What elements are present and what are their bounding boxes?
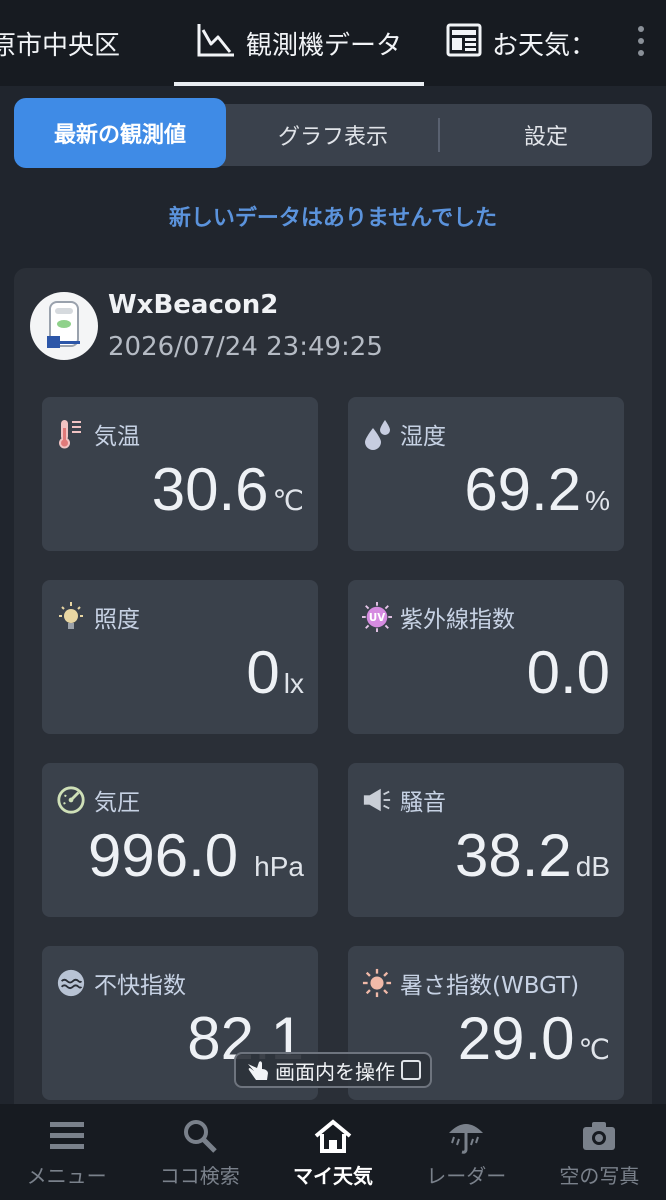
nav-sky-photos[interactable]: 空の写真 — [533, 1104, 666, 1200]
nav-label: ココ検索 — [159, 1163, 240, 1188]
line-chart-icon — [196, 22, 236, 65]
checkbox-icon — [401, 1060, 421, 1080]
nav-label: メニュー — [26, 1163, 107, 1188]
tile-value-group: 30.6 ℃ — [152, 455, 304, 524]
tile-label: 気温 — [94, 424, 140, 450]
tile-temperature[interactable]: 気温 30.6 ℃ — [42, 397, 318, 551]
tile-value-group: 69.2 % — [464, 455, 610, 524]
tile-noise-label-row: 騒音 — [362, 783, 446, 817]
tile-unit: % — [585, 485, 610, 516]
camera-icon — [581, 1116, 617, 1156]
uv-icon-text: UV — [369, 612, 385, 624]
tile-value-group: 996.0 hPa — [88, 821, 304, 890]
more-menu-icon[interactable] — [636, 26, 646, 56]
tile-unit: ℃ — [578, 1034, 610, 1065]
tab-weather-label: お天気： — [492, 30, 594, 61]
megaphone-icon — [362, 784, 392, 816]
device-name: WxBeacon2 — [108, 290, 279, 320]
hand-pointer-icon — [245, 1058, 271, 1082]
sun-icon — [362, 967, 392, 999]
home-icon — [313, 1116, 353, 1156]
tile-unit: dB — [575, 851, 610, 882]
gauge-icon — [56, 784, 86, 816]
tile-temperature-label-row: 気温 — [56, 417, 140, 451]
device-avatar — [30, 292, 98, 360]
tile-label: 湿度 — [400, 424, 446, 450]
segment-settings[interactable]: 設定 — [440, 104, 652, 166]
tile-value-group: 29.0 ℃ — [458, 1004, 610, 1073]
tile-humidity[interactable]: 湿度 69.2 % — [348, 397, 624, 551]
tile-uv-label-row: UV 紫外線指数 — [362, 600, 515, 634]
tile-value: 69.2 — [464, 456, 582, 523]
tile-value: 0 — [246, 639, 280, 706]
device-card: WxBeacon2 2026/07/24 23:49:25 気温 30.6 ℃ — [14, 268, 652, 1148]
tile-label: 気圧 — [94, 790, 140, 816]
tile-pressure[interactable]: 気圧 996.0 hPa — [42, 763, 318, 917]
tab-observation-data[interactable]: 観測機データ — [174, 0, 424, 86]
tile-label: 不快指数 — [94, 973, 186, 999]
tile-value-group: 0 lx — [246, 638, 304, 707]
tile-label: 紫外線指数 — [400, 607, 515, 633]
nav-search[interactable]: ココ検索 — [133, 1104, 266, 1200]
nav-label: 空の写真 — [559, 1163, 640, 1188]
nav-menu[interactable]: メニュー — [0, 1104, 133, 1200]
tile-pressure-label-row: 気圧 — [56, 783, 140, 817]
droplets-icon — [362, 418, 392, 450]
tile-unit: hPa — [254, 851, 304, 882]
thermometer-icon — [56, 418, 86, 450]
view-segmented-control: 最新の観測値 グラフ表示 設定 — [14, 98, 652, 168]
tile-label: 騒音 — [400, 790, 446, 816]
lightbulb-icon — [56, 601, 86, 633]
tab-area-label: 原市中央区 — [0, 30, 121, 61]
tile-value-group: 38.2 dB — [455, 821, 610, 890]
tile-unit: ℃ — [272, 485, 304, 516]
discomfort-icon — [56, 967, 86, 999]
tile-value: 30.6 — [151, 456, 269, 523]
tile-noise[interactable]: 騒音 38.2 dB — [348, 763, 624, 917]
segment-latest[interactable]: 最新の観測値 — [14, 98, 226, 168]
newspaper-icon — [446, 23, 482, 64]
top-tab-bar: 原市中央区 観測機データ お天気： — [0, 0, 666, 86]
tile-uv-index[interactable]: UV 紫外線指数 0.0 — [348, 580, 624, 734]
menu-icon — [48, 1116, 86, 1156]
tile-value-group: 0.0 — [527, 638, 610, 707]
nav-label: レーダー — [426, 1163, 507, 1188]
segment-graph[interactable]: グラフ表示 — [226, 104, 440, 166]
tile-unit: lx — [283, 668, 304, 699]
tab-area[interactable]: 原市中央区 — [0, 0, 174, 86]
tile-wbgt-label-row: 暑さ指数(WBGT) — [362, 966, 579, 1000]
tile-illuminance-label-row: 照度 — [56, 600, 140, 634]
screen-control-chip[interactable]: 画面内を操作 — [234, 1052, 432, 1088]
tile-humidity-label-row: 湿度 — [362, 417, 446, 451]
search-icon — [182, 1116, 218, 1156]
tile-label: 照度 — [94, 607, 140, 633]
status-notice: 新しいデータはありませんでした — [168, 206, 498, 231]
tile-illuminance[interactable]: 照度 0 lx — [42, 580, 318, 734]
device-timestamp: 2026/07/24 23:49:25 — [108, 332, 383, 362]
uv-icon: UV — [362, 601, 392, 633]
nav-my-weather[interactable]: マイ天気 — [266, 1104, 399, 1200]
tile-value: 38.2 — [454, 822, 572, 889]
tile-value: 29.0 — [457, 1005, 575, 1072]
chip-label: 画面内を操作 — [275, 1059, 395, 1084]
tab-observation-label: 観測機データ — [245, 30, 402, 61]
tab-weather-news[interactable]: お天気： — [424, 0, 594, 86]
umbrella-icon — [446, 1116, 486, 1156]
tile-value: 0.0 — [526, 639, 610, 706]
bottom-navigation: メニュー ココ検索 マイ天気 レーダー 空の写真 — [0, 1104, 666, 1200]
tile-value: 996.0 — [88, 822, 239, 889]
nav-radar[interactable]: レーダー — [400, 1104, 533, 1200]
nav-label: マイ天気 — [293, 1163, 373, 1188]
tile-label: 暑さ指数(WBGT) — [400, 973, 580, 999]
tile-discomfort-label-row: 不快指数 — [56, 966, 186, 1000]
